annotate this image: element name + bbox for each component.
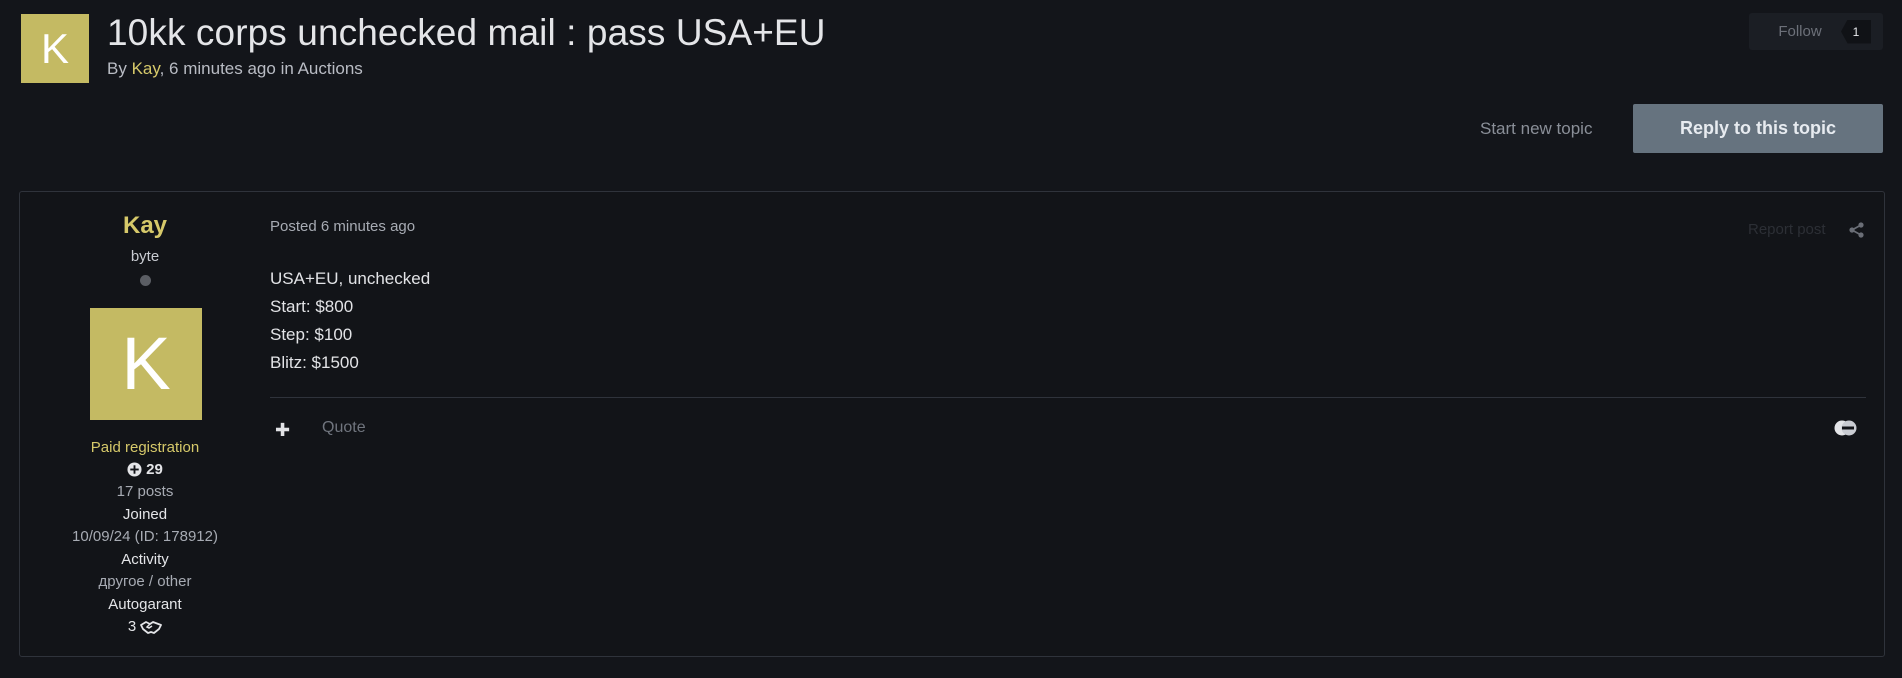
autogarant-count: 3 (127, 618, 137, 635)
author-post-count[interactable]: 17 posts (20, 483, 270, 500)
forum-link[interactable]: Auctions (298, 59, 363, 78)
reputation-value: 29 (146, 461, 163, 478)
report-post-link[interactable]: Report post (1748, 221, 1826, 238)
avatar[interactable]: K (90, 308, 202, 420)
topic-meta: By Kay, 6 minutes ago in Auctions (107, 59, 363, 79)
multiquote-icon[interactable] (1833, 419, 1859, 437)
post-line: USA+EU, unchecked (270, 269, 431, 288)
quote-button[interactable]: Quote (322, 419, 366, 437)
page-title: 10kk corps unchecked mail : pass USA+EU (107, 12, 826, 53)
topic-author-avatar[interactable]: K (21, 14, 89, 83)
share-icon[interactable] (1848, 221, 1866, 239)
post-line: Step: $100 (270, 325, 353, 344)
online-status-dot (140, 275, 151, 286)
author-rank: byte (130, 248, 160, 265)
reply-to-topic-button[interactable]: Reply to this topic (1633, 104, 1883, 153)
post-content: USA+EU, unchecked Start: $800 Step: $100… (270, 265, 430, 377)
meta-by: By (107, 59, 132, 78)
post-line: Blitz: $1500 (270, 353, 359, 372)
autogarant-label: Autogarant (108, 596, 182, 613)
joined-value: 10/09/24 (ID: 178912) (72, 528, 218, 545)
reputation[interactable]: 29 (20, 461, 270, 478)
post-divider (270, 397, 1866, 398)
autogarant-value: 3 (20, 618, 270, 635)
post-line: Start: $800 (270, 297, 354, 316)
start-new-topic-link[interactable]: Start new topic (1480, 119, 1592, 139)
follow-label: Follow (1778, 23, 1822, 40)
activity-value: другое / other (98, 573, 192, 590)
author-group: Paid registration (90, 439, 200, 456)
author-name[interactable]: Kay (20, 212, 270, 240)
post-date: Posted 6 minutes ago (270, 218, 416, 235)
follow-button[interactable]: Follow 1 (1749, 13, 1883, 50)
meta-rest: , 6 minutes ago in (159, 59, 298, 78)
handshake-icon (140, 620, 163, 634)
follower-count-badge[interactable]: 1 (1841, 19, 1871, 44)
plus-circle-icon (127, 462, 142, 477)
topic-author-link[interactable]: Kay (132, 59, 160, 78)
post-card: Kay byte K Paid registration 29 17 posts… (19, 191, 1885, 657)
activity-label: Activity (121, 551, 169, 568)
joined-label: Joined (122, 506, 168, 523)
plus-icon[interactable]: ✚ (275, 420, 290, 441)
